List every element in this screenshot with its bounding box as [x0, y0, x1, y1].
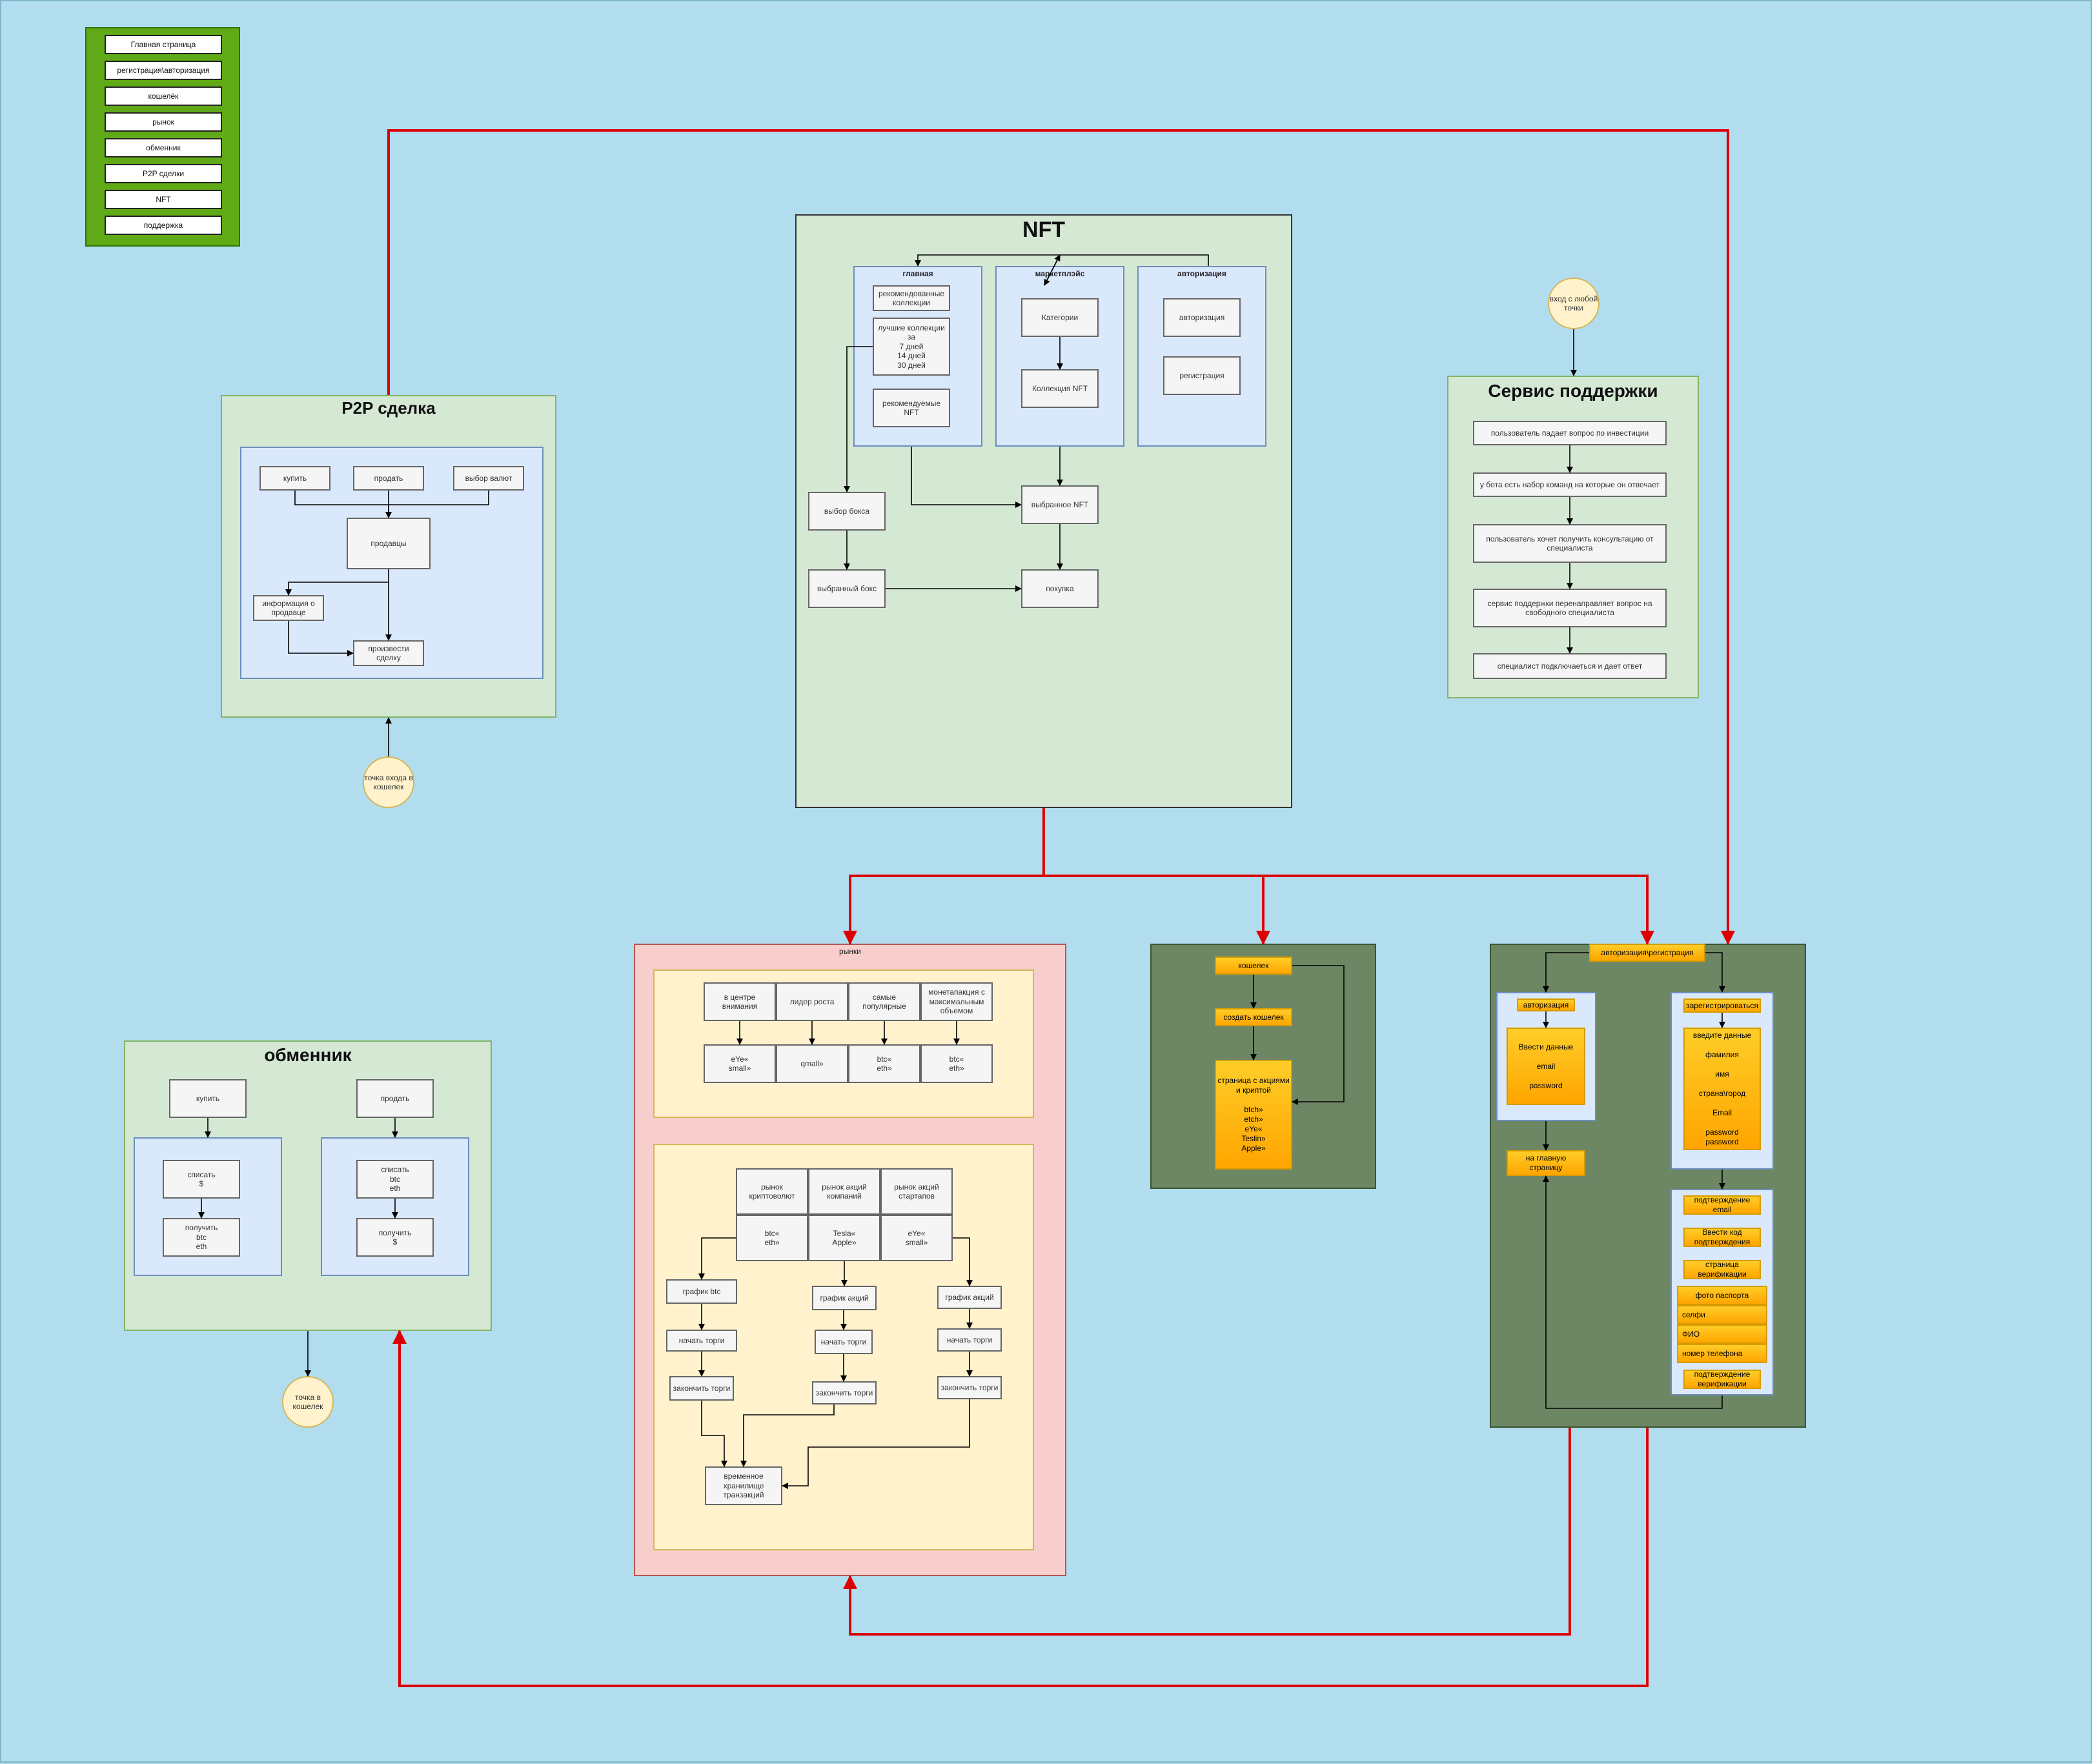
support-step-2: у бота есть набор команд на которые он о… — [1473, 472, 1667, 497]
menu-item-wallet[interactable]: кошелёк — [105, 86, 222, 106]
menu-item-auth[interactable]: регистрация\авторизация — [105, 61, 222, 80]
exchange-get-usd: получить $ — [356, 1218, 434, 1257]
markets-bottom-header-2[interactable]: рынок акций компаний — [808, 1168, 880, 1215]
confirm-verification[interactable]: подтверждение верификации — [1683, 1370, 1761, 1389]
support-step-1: пользователь падает вопрос по инвестиции — [1473, 421, 1667, 445]
register-form[interactable]: введите данные фамилия имя страна\город … — [1683, 1028, 1761, 1150]
markets-bottom-header-3[interactable]: рынок акций стартапов — [880, 1168, 953, 1215]
markets-finish-company[interactable]: закончить торги — [812, 1381, 877, 1404]
nft-register-button[interactable]: регистрация — [1163, 356, 1241, 395]
login-form[interactable]: Ввести данные email password — [1507, 1028, 1585, 1105]
nft-best-collections[interactable]: лучшие коллекции за 7 дней 14 дней 30 дн… — [873, 318, 950, 376]
p2p-deal-button[interactable]: произвести сделку — [353, 640, 424, 666]
markets-top-value-4: btc« eth» — [920, 1044, 993, 1083]
nft-recommended-nft[interactable]: рекомендуемые NFT — [873, 389, 950, 427]
markets-start-startup[interactable]: начать торги — [937, 1328, 1002, 1352]
to-main-page-button[interactable]: на главную страницу — [1507, 1150, 1585, 1176]
fio-field[interactable]: ФИО — [1677, 1324, 1767, 1344]
nft-marketplace-panel — [995, 266, 1124, 447]
markets-start-company[interactable]: начать торги — [815, 1330, 873, 1354]
markets-bottom-header-1[interactable]: рынок криптоволют — [736, 1168, 808, 1215]
selfie-upload[interactable]: селфи — [1677, 1305, 1767, 1324]
markets-top-value-2: qmall» — [776, 1044, 848, 1083]
support-title: Сервис поддержки — [1488, 381, 1658, 401]
nft-chosen-box[interactable]: выбранный бокс — [808, 569, 886, 608]
phone-field[interactable]: номер телефона — [1677, 1344, 1767, 1363]
nft-main-title: главная — [902, 269, 933, 278]
login-title: авторизация — [1517, 999, 1575, 1011]
markets-chart-btc[interactable]: график btc — [666, 1279, 737, 1304]
markets-top-value-1: eYe« small» — [704, 1044, 776, 1083]
markets-chart-startup[interactable]: график акций — [937, 1286, 1002, 1309]
markets-title: рынки — [839, 947, 861, 956]
create-wallet-button[interactable]: создать кошелек — [1215, 1008, 1292, 1026]
support-step-5: специалист подключаеться и дает ответ — [1473, 653, 1667, 679]
markets-bottom-value-2: Tesla« Apple» — [808, 1215, 880, 1261]
markets-top-header-3[interactable]: самые популярные — [848, 982, 920, 1021]
nft-auth-title: авторизация — [1177, 269, 1226, 278]
register-title[interactable]: зарегистрироваться — [1683, 999, 1761, 1013]
support-entry-point: вход с любой точки — [1548, 278, 1599, 329]
menu-item-exchange[interactable]: обменник — [105, 138, 222, 157]
p2p-seller-info[interactable]: информация о продавце — [253, 595, 324, 621]
verification-page[interactable]: страница верификации — [1683, 1260, 1761, 1279]
enter-code-input[interactable]: Ввести код подтверждения — [1683, 1228, 1761, 1247]
menu-item-support[interactable]: поддержка — [105, 216, 222, 235]
nft-purchase-button[interactable]: покупка — [1021, 569, 1099, 608]
markets-bottom-value-3: eYe« small» — [880, 1215, 953, 1261]
exchange-buy-button[interactable]: купить — [169, 1079, 247, 1118]
wallet-assets-page[interactable]: страница с акциями и криптой btch» etch»… — [1215, 1060, 1292, 1170]
p2p-title: P2P сделка — [341, 398, 436, 418]
menu-item-p2p[interactable]: P2P сделки — [105, 164, 222, 183]
nft-marketplace-title: маркетплэйс — [1035, 269, 1085, 278]
p2p-buy-button[interactable]: купить — [259, 466, 330, 491]
nft-chosen-nft[interactable]: выбранное NFT — [1021, 485, 1099, 524]
nft-box-choice[interactable]: выбор бокса — [808, 492, 886, 531]
menu-item-nft[interactable]: NFT — [105, 190, 222, 209]
p2p-sell-button[interactable]: продать — [353, 466, 424, 491]
nft-title: NFT — [1022, 218, 1066, 242]
markets-transaction-storage: временное хранилище транзакций — [705, 1466, 782, 1505]
exchange-debit-usd: списать $ — [163, 1160, 240, 1199]
markets-top-header-2[interactable]: лидер роста — [776, 982, 848, 1021]
markets-finish-startup[interactable]: закончить торги — [937, 1376, 1002, 1399]
p2p-sellers[interactable]: продавцы — [347, 518, 431, 569]
markets-top-value-3: btc« eth» — [848, 1044, 920, 1083]
exchange-entry-point: точка в кошелек — [282, 1376, 334, 1428]
markets-top-header-1[interactable]: в центре внимания — [704, 982, 776, 1021]
support-step-4: сервис поддержки перенаправляет вопрос н… — [1473, 589, 1667, 627]
nft-categories[interactable]: Категории — [1021, 298, 1099, 337]
exchange-sell-button[interactable]: продать — [356, 1079, 434, 1118]
confirm-email[interactable]: подтверждение email — [1683, 1195, 1761, 1215]
nft-recommended-collections[interactable]: рекомендованные коллекции — [873, 285, 950, 311]
markets-start-btc[interactable]: начать торги — [666, 1330, 737, 1352]
nft-login-button[interactable]: авторизация — [1163, 298, 1241, 337]
exchange-get-crypto: получить btc eth — [163, 1218, 240, 1257]
markets-top-header-4[interactable]: монетапакция с максимальным объемом — [920, 982, 993, 1021]
wallet-button[interactable]: кошелек — [1215, 957, 1292, 975]
authreg-header[interactable]: авторизация\регистрация — [1589, 944, 1705, 962]
exchange-title: обменник — [264, 1045, 352, 1065]
support-step-3: пользователь хочет получить консультацию… — [1473, 524, 1667, 563]
markets-finish-btc[interactable]: закончить торги — [669, 1376, 734, 1401]
navigation-menu: Главная страница регистрация\авторизация… — [85, 27, 240, 247]
menu-item-main[interactable]: Главная страница — [105, 35, 222, 54]
p2p-entry-point: точка входа в кошелек — [363, 756, 414, 808]
menu-item-market[interactable]: рынок — [105, 112, 222, 132]
passport-photo-upload[interactable]: фото паспорта — [1677, 1286, 1767, 1305]
markets-bottom-value-1: btc« eth» — [736, 1215, 808, 1261]
markets-chart-company[interactable]: график акций — [812, 1286, 877, 1310]
nft-collection[interactable]: Коллекция NFT — [1021, 369, 1099, 408]
exchange-debit-crypto: списать btc eth — [356, 1160, 434, 1199]
p2p-currency-select[interactable]: выбор валют — [453, 466, 524, 491]
diagram-canvas: Главная страница регистрация\авторизация… — [0, 0, 2092, 1763]
